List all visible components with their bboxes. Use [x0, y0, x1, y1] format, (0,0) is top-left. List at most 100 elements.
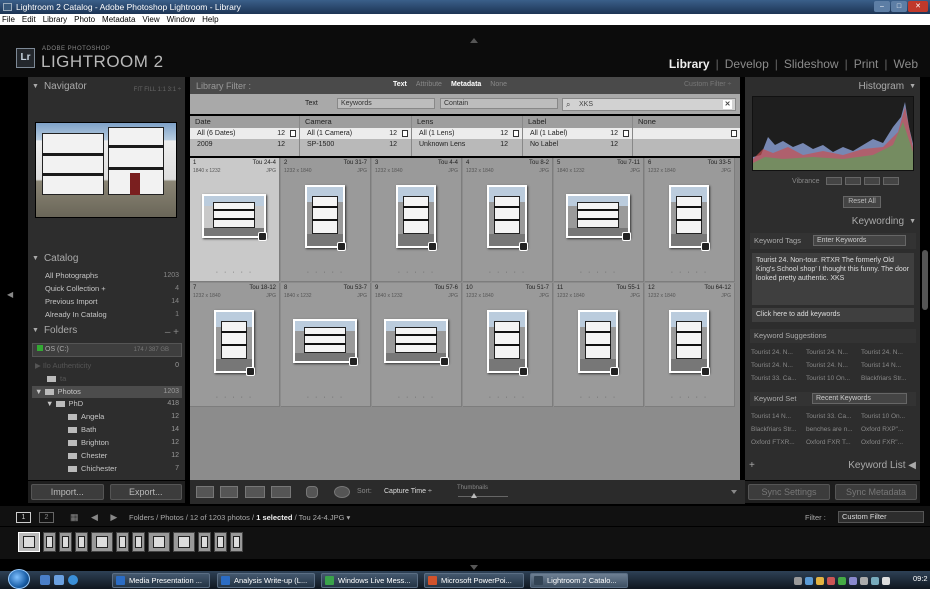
tray-antivirus-icon[interactable]	[827, 576, 835, 585]
folder-item-photos[interactable]: ▼ Photos 1203	[32, 386, 182, 398]
filmstrip-thumbnail[interactable]	[59, 532, 72, 552]
keyword-set-item[interactable]: Blackfriars Str...	[751, 424, 803, 435]
clear-search-icon[interactable]: ✕	[723, 100, 732, 109]
grid-cell[interactable]: 1 Tou 24-4 1840 x 1232 JPG · · · · ·	[190, 158, 280, 282]
taskbar-button[interactable]: Microsoft PowerPoi...	[424, 573, 524, 588]
menu-view[interactable]: View	[142, 14, 159, 25]
navigator-preview[interactable]	[35, 122, 177, 218]
grid-view-icon[interactable]	[196, 486, 214, 498]
keyword-list-header[interactable]: + Keyword List ◀	[745, 458, 920, 474]
catalog-item-quick-collection[interactable]: Quick Collection +4	[32, 282, 182, 295]
tray-security-icon[interactable]	[816, 576, 824, 585]
folder-item-phd[interactable]: ▼ PhD 418	[32, 398, 182, 410]
vibrance-increase-button[interactable]	[864, 177, 880, 185]
text-field-select[interactable]: Keywords	[337, 98, 435, 109]
module-print[interactable]: Print	[854, 57, 879, 71]
taskbar-button[interactable]: Lightroom 2 Catalo...	[530, 573, 628, 588]
grid-cell[interactable]: 10 Tou 51-7 1232 x 1840 JPG · · · · ·	[463, 283, 553, 407]
slider-knob-icon[interactable]	[471, 493, 477, 498]
metadata-badge-icon[interactable]	[622, 232, 631, 241]
compare-view-icon[interactable]	[245, 486, 265, 498]
metadata-badge-icon[interactable]	[428, 242, 437, 251]
photo-thumbnail[interactable]	[487, 310, 527, 373]
survey-view-icon[interactable]	[271, 486, 291, 498]
rating-stars[interactable]: · · · · ·	[190, 269, 279, 276]
keyword-set-item[interactable]: Oxford FTXR...	[751, 437, 803, 448]
grid-cell[interactable]: 7 Tou 18-12 1232 x 1840 JPG · · · · ·	[190, 283, 280, 407]
taskbar-button[interactable]: Windows Live Mess...	[321, 573, 418, 588]
rating-stars[interactable]: · · · · ·	[554, 394, 643, 401]
start-button[interactable]	[8, 569, 30, 589]
thumbnail-size-slider[interactable]	[458, 496, 508, 497]
photo-thumbnail[interactable]	[669, 185, 709, 248]
keyword-set-item[interactable]: Oxford FXR"...	[861, 437, 913, 448]
custom-filter-preset[interactable]: Custom Filter ÷	[684, 81, 731, 88]
filmstrip-thumbnail[interactable]	[132, 532, 145, 552]
module-web[interactable]: Web	[894, 57, 918, 71]
photo-thumbnail[interactable]	[578, 310, 618, 373]
keyword-tags-select[interactable]: Enter Keywords	[813, 235, 906, 246]
keyword-suggestion[interactable]: Tourist 33. Ca...	[751, 373, 803, 384]
keyword-set-select[interactable]: Recent Keywords	[812, 393, 907, 404]
checkbox[interactable]	[623, 130, 629, 137]
grid-cell[interactable]: 9 Tou 57-6 1840 x 1232 JPG · · · · ·	[372, 283, 462, 407]
export-button[interactable]: Export...	[109, 484, 182, 500]
rating-stars[interactable]: · · · · ·	[281, 394, 370, 401]
checkbox[interactable]	[731, 130, 737, 137]
show-desktop-icon[interactable]	[40, 575, 50, 585]
catalog-header[interactable]: ▼ Catalog	[28, 251, 185, 267]
metadata-badge-icon[interactable]	[519, 242, 528, 251]
volume-bar[interactable]: OS (C:) 174 / 387 GB	[32, 343, 182, 357]
metadata-row[interactable]: 2009 12	[190, 139, 299, 150]
metadata-row[interactable]: Unknown Lens 12	[412, 139, 522, 150]
photo-thumbnail[interactable]	[384, 319, 448, 363]
folder-item-chester[interactable]: Chester 12	[32, 450, 182, 462]
tray-bluetooth-icon[interactable]	[849, 576, 857, 585]
folder-item-angela[interactable]: Angela 12	[32, 411, 182, 423]
grid-cell[interactable]: 2 Tou 31-7 1232 x 1840 JPG · · · · ·	[281, 158, 371, 282]
tray-expand-icon[interactable]	[794, 576, 802, 585]
vibrance-decrease-more-button[interactable]	[826, 177, 842, 185]
navigator-header[interactable]: ▼ Navigator FIT FILL 1:1 3:1 ÷	[28, 79, 185, 95]
search-input[interactable]: ⌕ XKS ✕	[562, 98, 736, 111]
grid-cell[interactable]: 11 Tou 55-1 1232 x 1840 JPG · · · · ·	[554, 283, 644, 407]
taskbar-clock[interactable]: 09:2	[913, 574, 928, 583]
filter-tab-metadata[interactable]: Metadata	[451, 81, 481, 88]
rating-stars[interactable]: · · · · ·	[190, 394, 279, 401]
keyword-suggestion[interactable]: Tourist 24. N...	[861, 347, 913, 358]
close-button[interactable]: ✕	[908, 1, 928, 12]
reset-all-button[interactable]: Reset All	[843, 196, 881, 208]
maximize-button[interactable]: □	[891, 1, 907, 12]
text-rule-select[interactable]: Contain	[440, 98, 558, 109]
keyword-suggestion[interactable]: Tourist 24. N...	[751, 347, 803, 358]
internet-explorer-icon[interactable]	[68, 575, 78, 585]
keyword-set-item[interactable]: Tourist 33. Ca...	[806, 411, 858, 422]
checkbox[interactable]	[513, 130, 519, 137]
photo-thumbnail[interactable]	[487, 185, 527, 248]
filter-tab-text[interactable]: Text	[393, 81, 407, 88]
metadata-badge-icon[interactable]	[519, 367, 528, 376]
filmstrip-thumbnail[interactable]	[230, 532, 243, 552]
collapse-top-panel-icon[interactable]	[470, 38, 478, 43]
folder-item-brighton[interactable]: Brighton 12	[32, 437, 182, 449]
keyword-suggestions-header[interactable]: Keyword Suggestions	[750, 329, 916, 343]
rating-stars[interactable]: · · · · ·	[372, 269, 461, 276]
import-button[interactable]: Import...	[31, 484, 104, 500]
menu-window[interactable]: Window	[167, 14, 195, 25]
folder-item-bath[interactable]: Bath 14	[32, 424, 182, 436]
add-keyword-button[interactable]: +	[749, 458, 755, 474]
filmstrip-thumbnail[interactable]	[18, 532, 40, 552]
menu-metadata[interactable]: Metadata	[102, 14, 135, 25]
menu-help[interactable]: Help	[202, 14, 218, 25]
metadata-row[interactable]	[633, 128, 740, 139]
grid-cell[interactable]: 12 Tou 64-12 1232 x 1840 JPG · · · · ·	[645, 283, 735, 407]
metadata-badge-icon[interactable]	[440, 357, 449, 366]
folder-item[interactable]: ▶ Ilo Authenticity 0	[32, 360, 182, 372]
volume-icon[interactable]	[882, 576, 890, 585]
switch-windows-icon[interactable]	[54, 575, 64, 585]
histogram[interactable]	[752, 96, 914, 171]
module-develop[interactable]: Develop	[725, 57, 769, 71]
metadata-row[interactable]: All (6 Dates) 12	[190, 128, 299, 139]
filmstrip-thumbnail[interactable]	[75, 532, 88, 552]
photo-thumbnail[interactable]	[214, 310, 254, 373]
